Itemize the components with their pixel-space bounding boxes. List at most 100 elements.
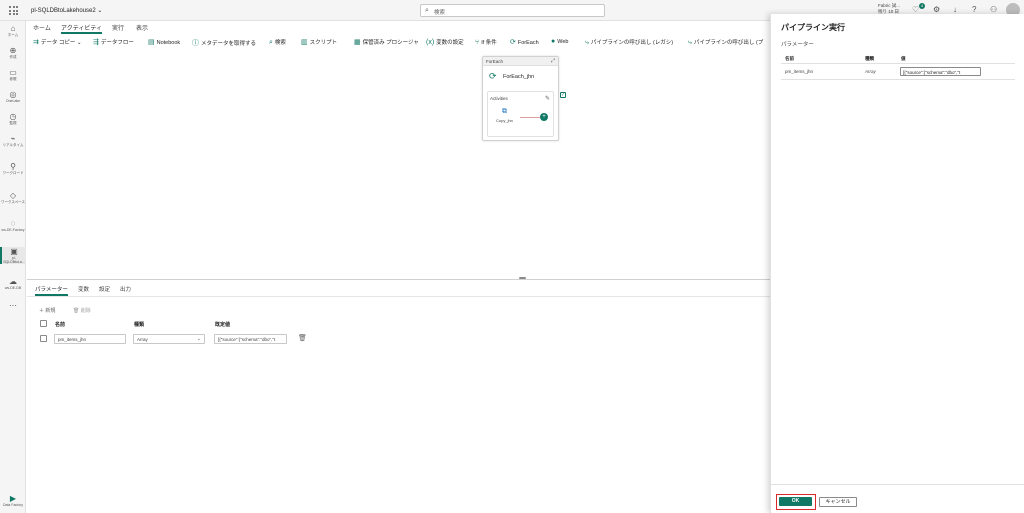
monitor-icon: ◷ bbox=[9, 112, 17, 121]
panel-title: パイプライン実行 bbox=[781, 23, 845, 32]
search-input[interactable]: ⌕ 検索 bbox=[420, 4, 605, 17]
rail-item-monitor[interactable]: ◷ 監視 bbox=[0, 112, 26, 125]
connector-line bbox=[520, 117, 540, 118]
tab-parameters[interactable]: パラメーター bbox=[35, 285, 68, 296]
column-header-default: 既定値 bbox=[215, 322, 231, 328]
copy-data-button[interactable]: ⇉ データ コピー ⌄ bbox=[33, 38, 82, 46]
workload-icon: ⚲ bbox=[10, 162, 16, 171]
data-factory-icon: ▶ bbox=[9, 494, 17, 503]
more-icon: ⋯ bbox=[9, 301, 17, 310]
delete-row-icon[interactable]: 🗑 bbox=[298, 334, 307, 342]
lookup-icon: ⌕ bbox=[269, 39, 273, 46]
if-condition-button[interactable]: ⑂ If 条件 bbox=[475, 38, 497, 46]
notebook-button[interactable]: ▤ Notebook bbox=[148, 38, 180, 46]
rail-item-home[interactable]: ⌂ ホーム bbox=[0, 24, 26, 37]
lookup-button[interactable]: ⌕ 検索 bbox=[269, 38, 286, 47]
search-placeholder: 検索 bbox=[434, 10, 446, 16]
variable-icon: (x) bbox=[426, 39, 435, 46]
parameter-default-field[interactable]: [{"source":{"schema":"dbo","t bbox=[214, 334, 287, 344]
pipeline-run-panel: パイプライン実行 パラメーター 名前 種類 値 pm_items_jhn Arr… bbox=[770, 14, 1024, 513]
settings-icon[interactable]: ⚙ bbox=[933, 5, 940, 14]
workspace-icon: ◌ bbox=[10, 219, 16, 228]
parameter-type-select[interactable]: Array ⌄ bbox=[133, 334, 205, 344]
add-activity-icon[interactable]: + bbox=[540, 113, 548, 121]
tab-output[interactable]: 出力 bbox=[120, 285, 131, 293]
rail-item-workspaces[interactable]: ◇ ワークスペース bbox=[0, 191, 26, 204]
chevron-down-icon: ⌄ bbox=[196, 336, 201, 342]
tab-variables[interactable]: 変数 bbox=[78, 285, 89, 293]
set-variable-button[interactable]: (x) 変数の設定 bbox=[426, 38, 464, 46]
tab-activities[interactable]: アクティビティ bbox=[61, 23, 102, 34]
app-launcher-icon[interactable] bbox=[9, 6, 18, 15]
panel-subtitle: パラメーター bbox=[781, 42, 814, 48]
notification-badge: 4 bbox=[919, 3, 925, 9]
foreach-activities-container[interactable]: Activities ✎ ⧉ Copy_jhn + bbox=[487, 91, 554, 137]
left-rail: ⌂ ホーム ⊕ 作成 ▭ 参照 ◎ OneLake ◷ 監視 ⌁ リアルタイム ⚲ ワークロー… bbox=[0, 21, 26, 513]
panel-splitter[interactable] bbox=[27, 279, 770, 280]
web-button[interactable]: ● Web bbox=[551, 38, 568, 45]
expand-icon[interactable]: ⤢ bbox=[551, 58, 555, 64]
tab-settings[interactable]: 設定 bbox=[99, 285, 110, 293]
success-connector-icon[interactable]: ✓ bbox=[560, 92, 566, 98]
rail-item-browse[interactable]: ▭ 参照 bbox=[0, 68, 26, 81]
script-icon: ▥ bbox=[301, 39, 308, 46]
rail-item-workloads[interactable]: ⚲ ワークロード bbox=[0, 162, 26, 175]
tab-home[interactable]: ホーム bbox=[33, 23, 51, 32]
copy-activity-label: Copy_jhn bbox=[496, 118, 513, 123]
dataflow-icon: ⇶ bbox=[93, 39, 99, 46]
home-icon: ⌂ bbox=[10, 24, 16, 33]
foreach-button[interactable]: ⟳ ForEach bbox=[510, 38, 539, 46]
web-icon: ● bbox=[551, 38, 556, 45]
cloud-icon: ☁ bbox=[9, 277, 17, 286]
realtime-icon: ⌁ bbox=[10, 134, 16, 143]
activities-label: Activities bbox=[490, 96, 508, 101]
param-value-input[interactable]: [{"source":{"schema":"dbo","t bbox=[900, 67, 981, 76]
foreach-activity-card[interactable]: ForEach ⤢ ⟳ ForEach_jhn Activities ✎ ⧉ C… bbox=[482, 56, 559, 141]
invoke-pipeline-legacy-button[interactable]: ⤷ パイプラインの呼び出し (レガシ) bbox=[585, 38, 673, 47]
tab-run[interactable]: 実行 bbox=[112, 23, 124, 32]
stored-procedure-icon: ▦ bbox=[354, 39, 361, 46]
table-divider bbox=[781, 63, 1015, 64]
script-button[interactable]: ▥ スクリプト bbox=[301, 38, 337, 46]
rail-item-ws-de-db[interactable]: ☁ ws-DE-DB bbox=[0, 277, 26, 290]
select-all-checkbox[interactable] bbox=[40, 320, 47, 327]
ok-highlight: OK bbox=[776, 494, 816, 510]
dataflow-button[interactable]: ⇶ データフロー bbox=[93, 38, 134, 46]
panel-footer-divider bbox=[771, 484, 1024, 485]
create-icon: ⊕ bbox=[9, 46, 17, 55]
table-divider bbox=[781, 79, 1015, 80]
rail-item-ws-de-factory[interactable]: ◌ ws-DE-Factory bbox=[0, 219, 26, 232]
get-metadata-button[interactable]: ⓘ メタデータを取得する bbox=[192, 38, 256, 48]
cancel-button[interactable]: キャンセル bbox=[819, 497, 857, 507]
ok-button[interactable]: OK bbox=[779, 497, 812, 506]
help-icon[interactable]: ? bbox=[972, 5, 976, 14]
share-icon[interactable]: ⚇ bbox=[990, 5, 997, 14]
foreach-icon: ⟳ bbox=[510, 39, 516, 46]
notebook-icon: ▤ bbox=[148, 39, 155, 46]
foreach-icon: ⟳ bbox=[489, 71, 497, 81]
new-parameter-button[interactable]: ＋ 新規 bbox=[39, 307, 55, 314]
invoke-pipeline-preview-button[interactable]: ⤷ パイプラインの呼び出し (プ bbox=[688, 38, 763, 47]
copy-activity-icon[interactable]: ⧉ bbox=[502, 108, 507, 116]
rail-item-create[interactable]: ⊕ 作成 bbox=[0, 46, 26, 59]
stored-procedure-button[interactable]: ▦ 保管済み プロシージャ bbox=[354, 38, 419, 46]
rail-item-data-factory[interactable]: ▶ Data Factory bbox=[0, 494, 26, 507]
invoke-pipeline-icon: ⤷ bbox=[585, 39, 589, 46]
row-checkbox[interactable] bbox=[40, 335, 47, 342]
rail-item-pipeline[interactable]: ▣ pl-SQLDBtoLa... bbox=[0, 247, 26, 264]
chevron-down-icon: ⌄ bbox=[97, 8, 103, 14]
pencil-icon[interactable]: ✎ bbox=[545, 95, 550, 102]
parameter-name-field[interactable]: pm_items_jhn bbox=[54, 334, 126, 344]
rail-item-realtime[interactable]: ⌁ リアルタイム bbox=[0, 134, 26, 147]
item-title[interactable]: pl-SQLDBtoLakehouse2 ⌄ bbox=[31, 7, 102, 14]
foreach-name: ForEach_jhn bbox=[503, 74, 535, 80]
rail-item-onelake[interactable]: ◎ OneLake bbox=[0, 90, 26, 103]
splitter-handle[interactable] bbox=[519, 277, 526, 279]
tab-view[interactable]: 表示 bbox=[136, 23, 148, 32]
activities-toolbar: ⇉ データ コピー ⌄ ⇶ データフロー ▤ Notebook ⓘ メタデータを取得する… bbox=[30, 35, 770, 49]
delete-parameter-button[interactable]: 🗑 削除 bbox=[73, 307, 91, 314]
download-icon[interactable]: ↓ bbox=[953, 5, 957, 14]
invoke-pipeline-icon: ⤷ bbox=[688, 39, 692, 46]
pipeline-canvas[interactable] bbox=[27, 50, 770, 278]
rail-item-more[interactable]: ⋯ bbox=[0, 301, 26, 310]
